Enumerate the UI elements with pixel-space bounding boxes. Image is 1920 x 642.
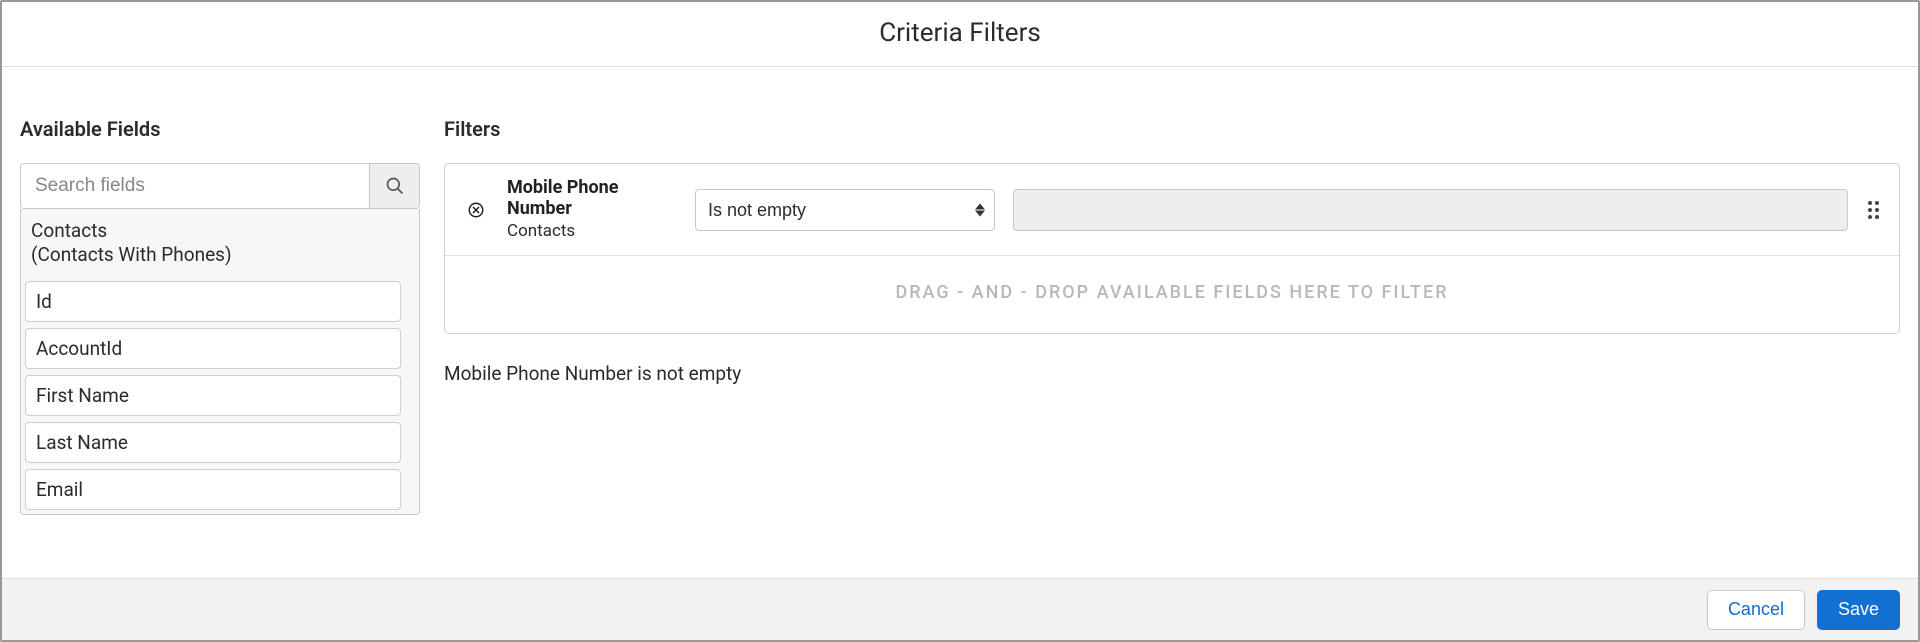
drag-handle-icon[interactable] [1866,197,1881,223]
filter-row: Mobile Phone Number Contacts Is not empt… [445,164,1899,256]
dialog-header: Criteria Filters [2,2,1918,67]
available-field-item[interactable]: Id [25,281,401,322]
search-icon [385,176,405,196]
remove-filter-button[interactable] [463,197,489,223]
filter-operator-select[interactable]: Is not empty [695,189,995,231]
filters-heading: Filters [444,117,1900,141]
filters-panel: Filters Mobile Phone Number Contacts Is [444,117,1900,578]
available-field-item[interactable]: First Name [25,375,401,416]
available-field-item[interactable]: Last Name [25,422,401,463]
filter-operator-wrapper: Is not empty [695,189,995,231]
filter-field-name: Mobile Phone Number [507,178,677,219]
dialog-footer: Cancel Save [2,578,1918,640]
filter-summary-text: Mobile Phone Number is not empty [444,362,1900,385]
save-button[interactable]: Save [1817,590,1900,630]
fields-list[interactable]: Contacts (Contacts With Phones) Id Accou… [20,209,420,515]
available-fields-heading: Available Fields [20,117,420,141]
available-field-item[interactable]: AccountId [25,328,401,369]
filter-value-input[interactable] [1013,189,1848,231]
search-fields-input[interactable] [21,164,369,208]
field-group-sub: (Contacts With Phones) [31,243,395,267]
cancel-button[interactable]: Cancel [1707,590,1805,630]
filter-drop-zone[interactable]: DRAG - AND - DROP AVAILABLE FIELDS HERE … [445,256,1899,333]
field-group-name: Contacts [31,219,395,243]
search-fields-wrapper [20,163,420,209]
available-fields-panel: Available Fields Contacts (Contacts With… [20,117,420,578]
filter-field-label: Mobile Phone Number Contacts [507,178,677,241]
dialog-title: Criteria Filters [2,18,1918,48]
filter-field-source: Contacts [507,221,677,241]
search-button[interactable] [369,164,419,208]
available-field-item[interactable]: Email [25,469,401,510]
field-group-header: Contacts (Contacts With Phones) [25,213,401,275]
filters-container: Mobile Phone Number Contacts Is not empt… [444,163,1900,334]
remove-icon [467,201,485,219]
